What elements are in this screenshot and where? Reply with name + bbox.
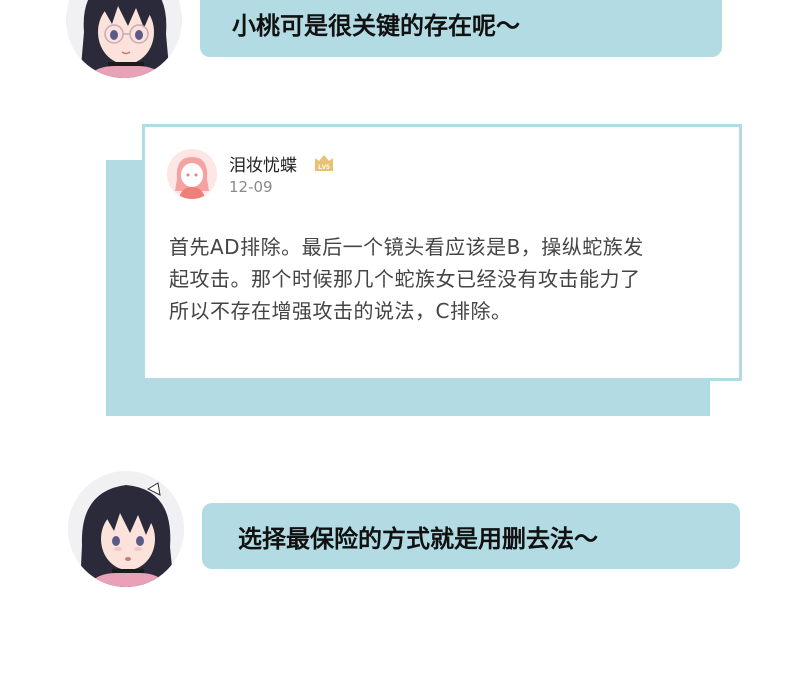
comment-card: 泪妆忧蝶 LV5 12-09 首先AD排除。最后一个镜头看应该是B，操纵蛇族发 … [142, 124, 742, 381]
comment-line-2: 起攻击。那个时候那几个蛇族女已经没有攻击能力了 [169, 267, 641, 291]
level-badge-icon: LV5 [313, 152, 335, 174]
message-text-top: 小桃可是很关键的存在呢～ [232, 12, 520, 40]
commenter-avatar[interactable] [167, 149, 217, 199]
anime-girl-avatar-icon [66, 0, 182, 78]
message-text-bottom: 选择最保险的方式就是用删去法～ [238, 524, 598, 553]
message-bubble-top: 小桃可是很关键的存在呢～ [200, 0, 722, 57]
message-bubble-bottom: 选择最保险的方式就是用删去法～ [202, 503, 740, 569]
character-avatar-bottom [68, 471, 184, 587]
character-avatar-top [66, 0, 182, 78]
comment-line-3: 所以不存在增强攻击的说法，C排除。 [169, 299, 512, 323]
commenter-username[interactable]: 泪妆忧蝶 [229, 151, 297, 176]
comment-date: 12-09 [229, 178, 273, 196]
anime-girl-avatar-icon [68, 471, 184, 587]
level-badge-text: LV5 [318, 164, 330, 171]
pink-girl-avatar-icon [167, 149, 217, 199]
comment-body: 首先AD排除。最后一个镜头看应该是B，操纵蛇族发 起攻击。那个时候那几个蛇族女已… [169, 231, 721, 327]
comment-line-1: 首先AD排除。最后一个镜头看应该是B，操纵蛇族发 [169, 235, 644, 259]
